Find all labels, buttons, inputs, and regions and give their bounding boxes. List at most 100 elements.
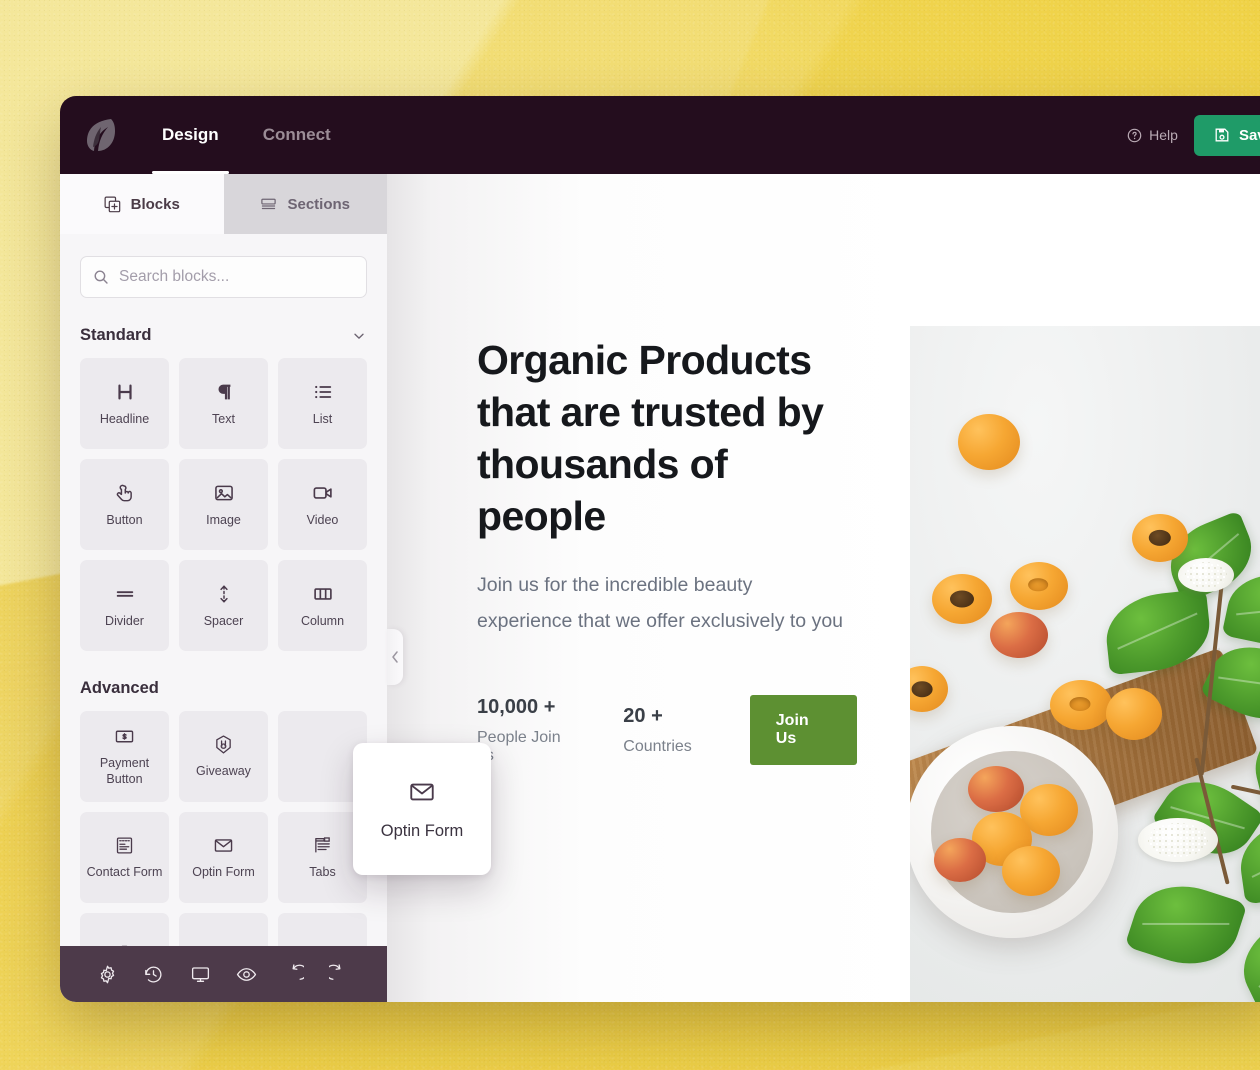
tab-sections[interactable]: Sections — [223, 174, 387, 234]
hero-subtitle[interactable]: Join us for the incredible beauty experi… — [477, 568, 849, 639]
block-label: Contact Form — [86, 865, 163, 879]
block-label: Video — [306, 512, 339, 527]
block-label: Optin Form — [192, 865, 255, 879]
sidebar-collapse-handle[interactable] — [387, 629, 403, 685]
block-label: Payment Button — [99, 756, 150, 786]
block-tile-column[interactable]: Column — [278, 560, 367, 651]
join-us-button[interactable]: Join Us — [749, 695, 857, 766]
hero-image[interactable] — [910, 326, 1260, 1002]
builder-window: Design Connect Help Sa Organic Products … — [60, 96, 1260, 1002]
question-circle-icon — [1127, 128, 1142, 143]
stat-label-countries: Countries — [623, 737, 692, 755]
video-camera-icon — [312, 482, 334, 504]
block-tile-text[interactable]: Text — [179, 358, 268, 449]
block-tile-list[interactable]: List — [278, 358, 367, 449]
apricot-on-board — [1106, 688, 1162, 740]
stat-label-people: People Join us — [477, 728, 561, 764]
block-label: Headline — [99, 411, 150, 426]
app-logo[interactable] — [60, 96, 140, 174]
blocks-sidebar: Blocks Sections Search blocks... Standar… — [60, 174, 387, 1002]
apricot-halved — [1132, 514, 1188, 562]
preview-canvas[interactable]: Organic Products that are trusted by tho… — [387, 174, 1260, 1002]
apricot-whole — [958, 414, 1020, 470]
undo-arrow-icon[interactable] — [283, 963, 304, 985]
apricot-on-board — [1050, 680, 1112, 730]
block-label: Column — [300, 613, 345, 628]
leaf-logo-icon — [81, 115, 119, 155]
redo-arrow-icon[interactable] — [329, 963, 350, 985]
money-dollar-icon — [114, 726, 135, 747]
tab-connect[interactable]: Connect — [241, 96, 353, 174]
block-tile-optin-form[interactable]: Optin Form — [179, 812, 268, 903]
history-revisions-icon[interactable] — [143, 964, 164, 985]
apricot-halved — [932, 574, 992, 624]
tab-design[interactable]: Design — [140, 96, 241, 174]
floppy-disk-icon — [1214, 127, 1230, 143]
search-icon — [93, 269, 109, 285]
help-button[interactable]: Help — [1127, 127, 1178, 143]
search-blocks-field[interactable] — [80, 256, 367, 298]
stat-item-people[interactable]: 10,000 + People Join us — [477, 696, 577, 765]
group-header-standard[interactable]: Standard — [80, 326, 367, 345]
search-input[interactable] — [119, 268, 354, 286]
block-tile-headline[interactable]: Headline — [80, 358, 169, 449]
block-label: Giveaway — [196, 764, 251, 778]
white-blossom — [1178, 558, 1234, 592]
tab-blocks[interactable]: Blocks — [60, 174, 224, 234]
block-tile-spacer[interactable]: Spacer — [179, 560, 268, 651]
gear-settings-icon[interactable] — [97, 964, 118, 985]
sections-layers-icon — [260, 196, 277, 213]
standard-block-grid: Headline Text List Button Image Video Di… — [80, 358, 367, 651]
top-bar-tabs: Design Connect — [140, 96, 353, 174]
group-title-standard: Standard — [80, 326, 152, 344]
block-label: Divider — [105, 613, 144, 628]
hero-copy: Organic Products that are trusted by tho… — [387, 174, 857, 1002]
dragged-block-label: Optin Form — [380, 821, 464, 840]
block-label: Text — [212, 411, 235, 426]
group-header-advanced[interactable]: Advanced — [80, 679, 367, 698]
block-tile-divider[interactable]: Divider — [80, 560, 169, 651]
save-label: Save — [1238, 126, 1260, 144]
tab-design-label: Design — [162, 125, 219, 144]
stat-value-people: 10,000 + — [477, 695, 556, 718]
block-tile-video[interactable]: Video — [278, 459, 367, 550]
eye-preview-icon[interactable] — [236, 964, 257, 985]
apricot-in-bowl — [968, 766, 1024, 812]
rabbit-badge-icon — [213, 734, 234, 755]
chevron-down-icon[interactable] — [351, 328, 367, 344]
apricot-blushed — [990, 612, 1048, 658]
image-picture-icon — [213, 482, 235, 504]
pointer-tap-icon — [114, 482, 136, 504]
top-bar-actions: Help Save — [1127, 114, 1260, 156]
block-label: Tabs — [309, 865, 336, 879]
vertical-arrows-icon — [213, 583, 235, 605]
block-tile-contact-form[interactable]: Contact Form — [80, 812, 169, 903]
tabs-document-icon — [312, 835, 333, 856]
dragged-block-card[interactable]: Optin Form — [353, 743, 491, 875]
chevron-left-icon — [390, 650, 400, 664]
apricot-in-bowl — [1002, 846, 1060, 896]
hero-stats: 10,000 + People Join us 20 + Countries J… — [477, 695, 857, 766]
block-tile-payment-button[interactable]: Payment Button — [80, 711, 169, 802]
block-tile-button[interactable]: Button — [80, 459, 169, 550]
panel-tabs: Blocks Sections — [60, 174, 387, 234]
block-tile-image[interactable]: Image — [179, 459, 268, 550]
blocks-add-icon — [104, 196, 121, 213]
hero-title[interactable]: Organic Products that are trusted by tho… — [477, 334, 857, 542]
envelope-icon — [408, 778, 436, 806]
block-tile-giveaway[interactable]: Giveaway — [179, 711, 268, 802]
top-bar: Design Connect Help Sa — [60, 96, 1260, 174]
apricot-whole — [1010, 562, 1068, 610]
heading-h-icon — [114, 381, 136, 403]
apricot-in-bowl — [934, 838, 986, 882]
group-title-advanced: Advanced — [80, 679, 159, 697]
desktop-monitor-icon[interactable] — [190, 964, 211, 985]
form-clipboard-icon — [114, 835, 135, 856]
save-button[interactable]: Save — [1193, 114, 1260, 156]
stat-item-countries[interactable]: 20 + Countries — [623, 705, 691, 756]
help-label: Help — [1149, 127, 1178, 143]
bullet-list-icon — [312, 381, 334, 403]
tab-connect-label: Connect — [262, 125, 331, 144]
block-label: Spacer — [203, 613, 244, 628]
block-label: List — [312, 411, 333, 426]
